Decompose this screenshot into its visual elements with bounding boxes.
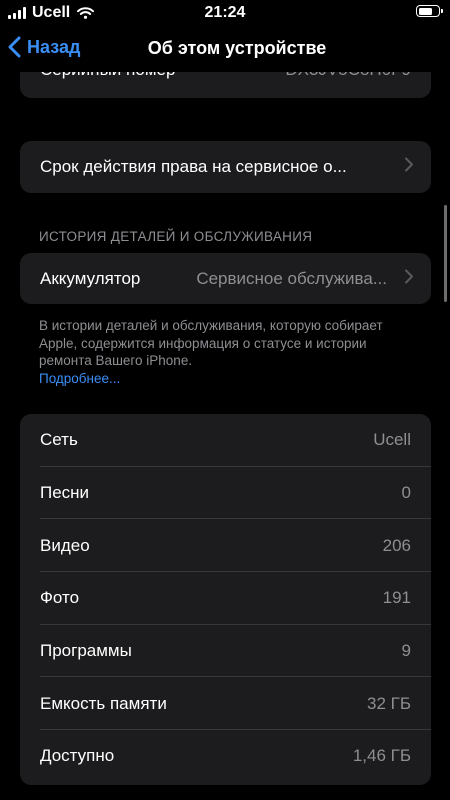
stat-value: Ucell — [373, 430, 411, 450]
chevron-right-icon — [405, 157, 413, 177]
stat-value: 32 ГБ — [367, 693, 411, 713]
status-bar: Ucell 21:24 — [0, 0, 450, 26]
parts-history-description: В истории деталей и обслуживания, котору… — [39, 318, 383, 368]
navigation-bar: Назад Об этом устройстве — [0, 28, 450, 72]
coverage-group: Срок действия права на сервисное о... — [20, 141, 431, 193]
stat-row-network[interactable]: Сеть Ucell — [20, 414, 431, 467]
coverage-label: Срок действия права на сервисное о... — [40, 157, 347, 177]
stat-row-applications[interactable]: Программы 9 — [20, 625, 431, 678]
stat-row-capacity[interactable]: Емкость памяти 32 ГБ — [20, 677, 431, 731]
status-time: 21:24 — [204, 4, 246, 21]
chevron-right-icon — [405, 269, 413, 289]
stat-value: 9 — [401, 641, 411, 661]
battery-icon — [416, 5, 443, 17]
stat-label: Доступно — [40, 746, 115, 766]
stat-row-photos[interactable]: Фото 191 — [20, 572, 431, 625]
stat-value: 191 — [382, 588, 411, 608]
battery-cap — [441, 9, 443, 13]
stat-label: Емкость памяти — [40, 693, 167, 713]
battery-label: Аккумулятор — [40, 269, 141, 289]
stat-label: Сеть — [40, 430, 78, 450]
stat-label: Программы — [40, 641, 132, 661]
scroll-indicator[interactable] — [444, 205, 447, 302]
battery-row[interactable]: Аккумулятор Сервисное обслужива... — [20, 253, 431, 304]
battery-level-fill — [418, 7, 432, 15]
parts-history-group: Аккумулятор Сервисное обслужива... — [20, 253, 431, 304]
stat-label: Песни — [40, 483, 90, 503]
page-title: Об этом устройстве — [147, 38, 327, 58]
device-stats-group: Сеть Ucell Песни 0 Видео 206 Фото 191 Пр… — [20, 414, 431, 785]
stat-label: Фото — [40, 588, 80, 608]
stat-row-songs[interactable]: Песни 0 — [20, 467, 431, 520]
stat-value: 1,46 ГБ — [352, 746, 411, 766]
battery-status-value: Сервисное обслужива... — [196, 269, 387, 289]
parts-history-header: ИСТОРИЯ ДЕТАЛЕЙ И ОБСЛУЖИВАНИЯ — [39, 229, 313, 244]
stat-row-available[interactable]: Доступно 1,46 ГБ — [20, 730, 431, 783]
stat-value: 206 — [382, 535, 411, 555]
stat-label: Видео — [40, 535, 90, 555]
coverage-row[interactable]: Срок действия права на сервисное о... — [20, 141, 431, 193]
stat-value: 0 — [401, 483, 411, 503]
parts-history-footer: В истории деталей и обслуживания, котору… — [39, 317, 399, 387]
settings-content[interactable]: Серийный номер DX3JV5C8H0F9 Срок действи… — [0, 0, 450, 800]
more-info-link[interactable]: Подробнее... — [39, 370, 399, 388]
stat-row-videos[interactable]: Видео 206 — [20, 519, 431, 573]
